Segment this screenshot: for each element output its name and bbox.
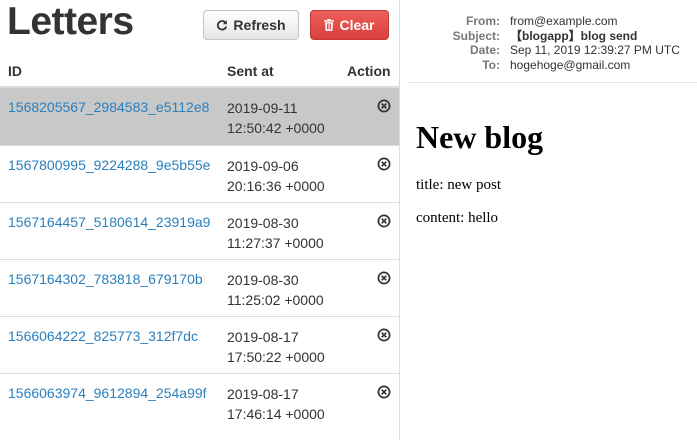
delete-icon[interactable] [377, 328, 391, 342]
letter-id-link[interactable]: 1566063974_9612894_254a99f [8, 385, 207, 401]
sent-time: 17:46:14 +0000 [227, 406, 325, 422]
table-row[interactable]: 1567164457_5180614_23919a9 2019-08-30 11:2… [0, 202, 399, 259]
sent-at: 2019-08-17 17:50:22 +0000 [227, 327, 325, 367]
trash-icon [324, 19, 335, 31]
from-value: from@example.com [510, 14, 618, 28]
delete-icon[interactable] [377, 99, 391, 113]
date-label: Date: [469, 43, 500, 57]
message-line: title: new post [416, 177, 501, 193]
subject-value: 【blogapp】blog send [510, 28, 638, 43]
refresh-button-label: Refresh [233, 17, 286, 33]
from-label: From: [466, 14, 500, 28]
sent-date: 2019-08-30 [227, 272, 299, 288]
sent-date: 2019-08-30 [227, 215, 299, 231]
from-row: From: from@example.com [400, 14, 697, 29]
message-headers: From: from@example.com Subject: 【blogapp… [400, 14, 697, 72]
sent-date: 2019-09-11 [227, 100, 298, 116]
clear-button[interactable]: Clear [310, 10, 389, 40]
letter-id-link[interactable]: 1567164302_783818_679170b [8, 271, 203, 287]
sent-time: 17:50:22 +0000 [227, 349, 325, 365]
message-heading: New blog [416, 119, 544, 155]
delete-icon[interactable] [377, 157, 391, 171]
refresh-button[interactable]: Refresh [203, 10, 299, 40]
table-row[interactable]: 1566064222_825773_312f7dc 2019-08-17 17:50… [0, 316, 399, 373]
page-title: Letters [7, 0, 134, 43]
date-value: Sep 11, 2019 12:39:27 PM UTC [510, 43, 680, 57]
letter-id-link[interactable]: 1567800995_9224288_9e5b55e [8, 157, 210, 173]
table-header: ID Sent at Action [0, 52, 399, 88]
delete-icon[interactable] [377, 271, 391, 285]
date-row: Date: Sep 11, 2019 12:39:27 PM UTC [400, 43, 697, 58]
sent-at: 2019-09-11 12:50:42 +0000 [227, 98, 325, 138]
header-divider [408, 82, 697, 83]
message-body: New blog title: new post content: hello [416, 118, 543, 242]
sent-time: 12:50:42 +0000 [227, 120, 325, 136]
sent-date: 2019-08-17 [227, 329, 299, 345]
to-value: hogehoge@gmail.com [510, 57, 631, 72]
table-row[interactable]: 1567164302_783818_679170b 2019-08-30 11:25… [0, 259, 399, 316]
sent-at: 2019-09-06 20:16:36 +0000 [227, 156, 325, 196]
column-header-action: Action [347, 63, 391, 79]
letter-id-link[interactable]: 1568205567_2984583_e5112e8 [8, 99, 209, 115]
to-row: To: hogehoge@gmail.com [400, 58, 697, 73]
refresh-icon [216, 19, 228, 31]
subject-label: Subject: [452, 28, 500, 43]
table-row[interactable]: 1568205567_2984583_e5112e8 2019-09-11 12:5… [0, 88, 399, 145]
letter-id-link[interactable]: 1566064222_825773_312f7dc [8, 328, 198, 344]
clear-button-label: Clear [339, 17, 375, 33]
sent-at: 2019-08-30 11:25:02 +0000 [227, 270, 324, 310]
sent-time: 11:27:37 +0000 [227, 235, 324, 251]
sent-date: 2019-09-06 [227, 158, 299, 174]
letters-list: 1568205567_2984583_e5112e8 2019-09-11 12:5… [0, 88, 399, 430]
subject-row: Subject: 【blogapp】blog send [400, 29, 697, 44]
to-label: To: [482, 57, 500, 72]
sent-time: 11:25:02 +0000 [227, 292, 324, 308]
delete-icon[interactable] [377, 214, 391, 228]
sent-at: 2019-08-17 17:46:14 +0000 [227, 384, 325, 424]
delete-icon[interactable] [377, 385, 391, 399]
sent-at: 2019-08-30 11:27:37 +0000 [227, 213, 324, 253]
message-line: content: hello [416, 210, 499, 226]
column-header-id: ID [8, 63, 22, 79]
letters-panel: Letters Refresh Clear ID Sent at Action … [0, 0, 400, 440]
sent-time: 20:16:36 +0000 [227, 178, 325, 194]
table-row[interactable]: 1566063974_9612894_254a99f 2019-08-17 17:4… [0, 373, 399, 430]
table-row[interactable]: 1567800995_9224288_9e5b55e 2019-09-06 20:1… [0, 145, 399, 202]
letter-id-link[interactable]: 1567164457_5180614_23919a9 [8, 214, 210, 230]
sent-date: 2019-08-17 [227, 386, 299, 402]
letters-header: Letters Refresh Clear [0, 0, 399, 52]
message-panel: From: from@example.com Subject: 【blogapp… [400, 0, 697, 440]
column-header-sent-at: Sent at [227, 63, 274, 79]
